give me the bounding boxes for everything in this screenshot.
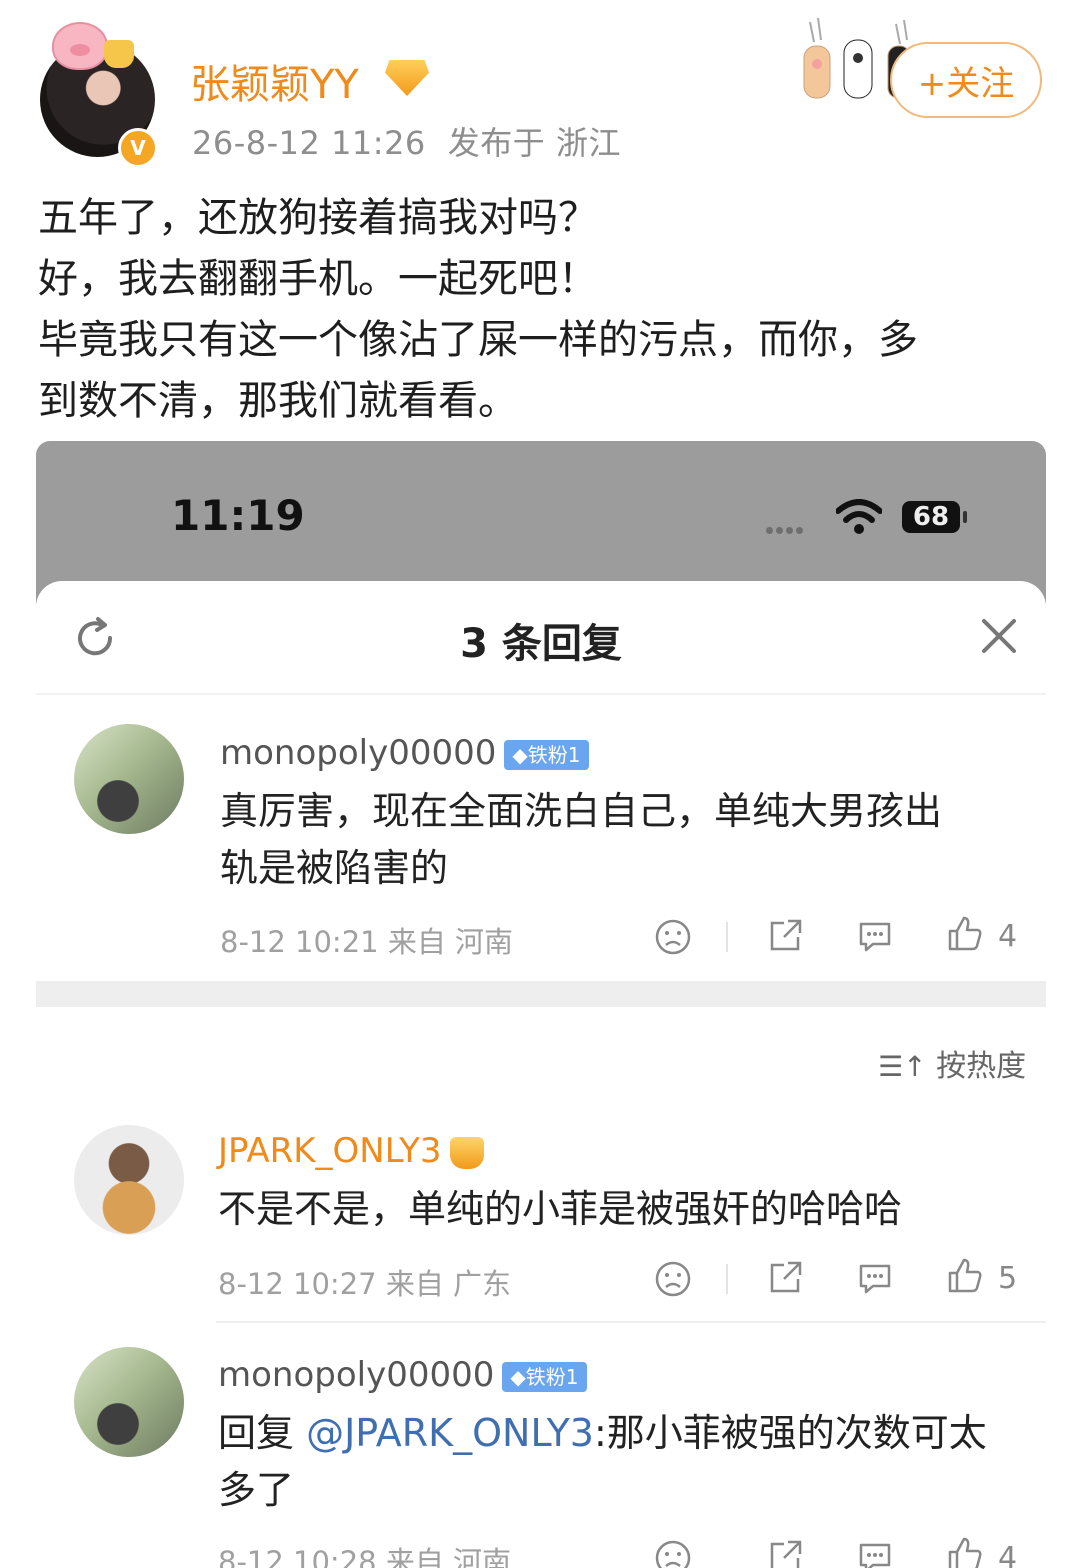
comment-icon[interactable] [856, 1260, 894, 1298]
separator [726, 1264, 728, 1294]
comment-avatar[interactable] [74, 1347, 184, 1457]
like-icon[interactable] [946, 915, 984, 953]
comment-line: 轨是被陷害的 [220, 846, 449, 890]
like-icon[interactable] [946, 1257, 984, 1295]
verified-v-icon: V [118, 128, 158, 168]
post-timestamp: 26-8-12 11:26 [192, 124, 426, 162]
close-icon[interactable] [980, 617, 1018, 655]
comment-author[interactable]: JPARK_ONLY3 [218, 1131, 484, 1171]
wifi-icon [836, 499, 882, 534]
post-line: 五年了，还放狗接着搞我对吗？ [38, 195, 598, 241]
comment-icon[interactable] [856, 918, 894, 956]
dislike-icon[interactable] [654, 1260, 692, 1298]
comment-author-name: monopoly00000 [220, 733, 497, 773]
embedded-screenshot[interactable]: 11:19 68 3 条回复 monopoly00000 ◆铁粉1 真厉害，现在全… [36, 441, 1046, 1568]
crown-decoration-icon [104, 40, 134, 68]
author-name[interactable]: 张颖颖YY [190, 52, 359, 110]
mention-link[interactable]: @JPARK_ONLY3 [306, 1411, 594, 1455]
share-icon[interactable] [766, 917, 804, 955]
comment-line: 不是不是，单纯的小菲是被强奸的哈哈哈 [218, 1187, 903, 1231]
comment-author-name: monopoly00000 [218, 1355, 495, 1395]
comment-meta: 8-12 10:27 来自 广东 [218, 1267, 512, 1301]
replies-sheet: 3 条回复 monopoly00000 ◆铁粉1 真厉害，现在全面洗白自己，单纯大… [36, 581, 1046, 1568]
fan-badge: ◆铁粉1 [504, 739, 589, 770]
like-count: 5 [998, 1261, 1018, 1296]
share-icon[interactable] [766, 1259, 804, 1297]
section-divider [36, 981, 1046, 1007]
battery-icon: 68 [902, 501, 967, 533]
comment-text: 不是不是，单纯的小菲是被强奸的哈哈哈 [218, 1181, 902, 1238]
divider [216, 1321, 1046, 1323]
member-badge-icon [385, 60, 429, 96]
like-count: 4 [998, 1541, 1018, 1568]
comment-meta: 8-12 10:21 来自 河南 [220, 925, 514, 959]
divider [36, 693, 1046, 695]
sheet-title: 3 条回复 [460, 621, 622, 667]
sort-icon: ☰↑ [878, 1050, 927, 1083]
post-line: 好，我去翻翻手机。一起死吧！ [38, 256, 598, 302]
post-meta: 26-8-12 11:26 发布于 浙江 [192, 118, 621, 164]
follow-button[interactable]: +关注 [890, 42, 1042, 118]
comment-author[interactable]: monopoly00000 ◆铁粉1 [220, 733, 589, 773]
comment-text: 回复 @JPARK_ONLY3:那小菲被强的次数可太 多了 [218, 1405, 987, 1519]
separator [726, 922, 728, 952]
dislike-icon[interactable] [654, 1539, 692, 1568]
comment-text: 真厉害，现在全面洗白自己，单纯大男孩出 轨是被陷害的 [220, 783, 942, 897]
comment-line: 真厉害，现在全面洗白自己，单纯大男孩出 [220, 789, 943, 833]
comment-icon[interactable] [856, 1539, 894, 1568]
post-line: 到数不清，那我们就看看。 [38, 378, 518, 424]
comment-avatar[interactable] [74, 1125, 184, 1235]
reply-prefix: 回复 [218, 1411, 307, 1455]
status-time: 11:19 [171, 491, 305, 540]
crown-badge-icon [449, 1136, 484, 1169]
post-body: 五年了，还放狗接着搞我对吗？ 好，我去翻翻手机。一起死吧！ 毕竟我只有这一个像沾… [38, 188, 1038, 432]
comment-line: 多了 [218, 1468, 295, 1512]
dislike-icon[interactable] [654, 918, 692, 956]
like-count: 4 [998, 919, 1018, 954]
comment-author-name: JPARK_ONLY3 [218, 1131, 442, 1171]
pig-decoration-icon [52, 22, 108, 70]
reply-text: :那小菲被强的次数可太 [593, 1411, 987, 1455]
post-line: 毕竟我只有这一个像沾了屎一样的污点，而你，多 [38, 317, 918, 363]
comment-avatar[interactable] [74, 724, 184, 834]
signal-dots-icon [766, 519, 806, 538]
post-location: 发布于 浙江 [447, 124, 621, 162]
comment-meta: 8-12 10:28 来自 河南 [218, 1545, 512, 1568]
comment-line: 回复 @JPARK_ONLY3:那小菲被强的次数可太 [218, 1405, 987, 1462]
like-icon[interactable] [946, 1536, 984, 1568]
comment-author[interactable]: monopoly00000 ◆铁粉1 [218, 1355, 587, 1395]
fan-badge: ◆铁粉1 [502, 1361, 587, 1392]
share-icon[interactable] [766, 1538, 804, 1568]
sort-label: 按热度 [936, 1049, 1027, 1084]
sort-button[interactable]: ☰↑ 按热度 [878, 1041, 1026, 1085]
